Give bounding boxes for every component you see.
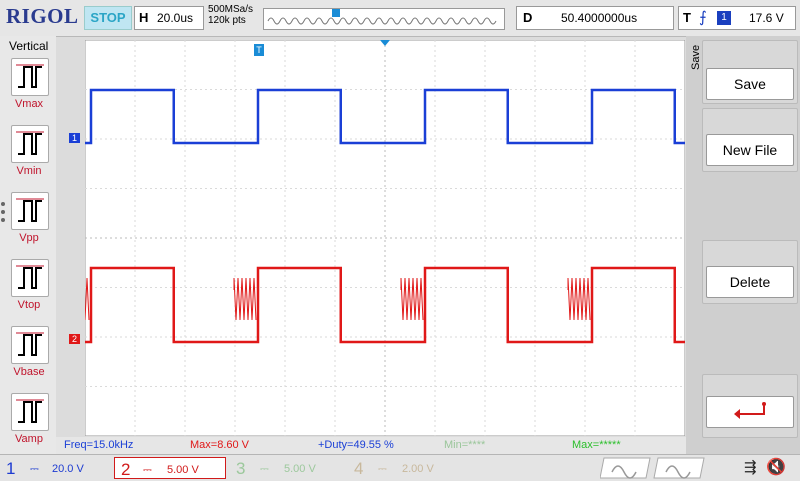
horizontal-timebase[interactable]: H 20.0us xyxy=(134,6,204,30)
measure-vamp[interactable]: Vamp xyxy=(11,393,51,445)
ch2-coupling-icon: ⎓ xyxy=(143,464,152,476)
max2-readout: Max=***** xyxy=(572,439,621,451)
measure-label: Vamp xyxy=(15,433,43,445)
ch2-offset-marker[interactable]: 2 xyxy=(69,334,80,344)
measure-label: Vbase xyxy=(13,366,45,378)
memory-depth: 120k pts xyxy=(208,15,246,26)
duty-readout: +Duty=49.55 % xyxy=(318,439,394,451)
delete-button[interactable]: Delete xyxy=(706,266,794,298)
ch1-scale[interactable]: 1 ⎓ 20.0 V xyxy=(0,457,112,478)
waveform-icon xyxy=(11,192,49,230)
ch1-offset-marker[interactable]: 1 xyxy=(69,133,80,143)
delay-value: 50.4000000us xyxy=(561,11,638,25)
trigger-time-marker[interactable]: T xyxy=(254,44,264,56)
measure-vmax[interactable]: Vmax xyxy=(11,58,51,110)
scroll-dots-icon xyxy=(0,202,6,222)
channel-bar: 1 ⎓ 20.0 V 2 ⎓ 5.00 V 3 ⎓ 5.00 V 4 ⎓ 2.0… xyxy=(0,454,800,481)
panel-title: Vertical xyxy=(9,39,49,53)
menu-title: Save xyxy=(690,44,702,70)
save-button[interactable]: Save xyxy=(706,68,794,100)
measure-label: Vmin xyxy=(16,165,42,177)
ch3-scale[interactable]: 3 ⎓ 5.00 V xyxy=(230,457,342,478)
ch3-number: 3 xyxy=(236,459,246,478)
measure-label: Vmax xyxy=(14,98,44,110)
memory-waveform xyxy=(267,9,497,25)
sample-rate: 500MSa/s xyxy=(208,4,254,15)
waveform-icon xyxy=(11,259,49,297)
measure-label: Vpp xyxy=(19,232,39,244)
measure-vtop[interactable]: Vtop xyxy=(11,259,51,311)
ch2-number: 2 xyxy=(121,460,131,479)
waveform-icon xyxy=(11,326,49,364)
trigger-delay[interactable]: D 50.4000000us xyxy=(516,6,674,30)
max-readout: Max=8.60 V xyxy=(190,439,250,451)
return-button[interactable] xyxy=(706,396,794,428)
measure-label: Vtop xyxy=(17,299,41,311)
measure-vmin[interactable]: Vmin xyxy=(11,125,51,177)
brand-logo: RIGOL xyxy=(6,4,79,28)
math-channel-icons[interactable] xyxy=(600,456,712,480)
waveform-display[interactable] xyxy=(85,40,685,436)
waveform-icon xyxy=(11,125,49,163)
ch1-number: 1 xyxy=(6,459,16,478)
trigger-level: 17.6 V xyxy=(749,11,784,25)
usb-icon: ⇶ xyxy=(744,459,757,476)
freq-readout: Freq=15.0kHz xyxy=(64,439,134,451)
ch2-scale[interactable]: 2 ⎓ 5.00 V xyxy=(114,457,226,479)
acquisition-info: 500MSa/s 120k pts xyxy=(208,4,253,26)
delay-key: D xyxy=(523,10,533,25)
waveform-icon xyxy=(11,393,49,431)
new-file-button[interactable]: New File xyxy=(706,134,794,166)
measure-vpp[interactable]: Vpp xyxy=(11,192,51,244)
ch4-scale-value: 2.00 V xyxy=(402,463,434,475)
return-arrow-icon xyxy=(734,402,766,419)
speaker-muted-icon[interactable]: 🔇 xyxy=(766,457,786,477)
run-stop-indicator[interactable]: STOP xyxy=(84,6,132,30)
measurement-panel: Vertical Vmax Vmin Vpp Vtop Vbase Vamp xyxy=(0,36,56,454)
ch4-number: 4 xyxy=(354,459,364,478)
min-readout: Min=**** xyxy=(444,439,486,451)
measurement-readouts: Freq=15.0kHz Max=8.60 V +Duty=49.55 % Mi… xyxy=(56,437,686,454)
rising-edge-icon: ⨍ xyxy=(699,9,707,26)
timebase-key: H xyxy=(139,10,149,25)
ch1-scale-value: 20.0 V xyxy=(52,463,84,475)
ch3-coupling-icon: ⎓ xyxy=(260,463,269,475)
ch4-coupling-icon: ⎓ xyxy=(378,463,387,475)
ch1-coupling-icon: ⎓ xyxy=(30,463,39,475)
timebase-value: 20.0us xyxy=(157,11,194,25)
ch3-scale-value: 5.00 V xyxy=(284,463,316,475)
measure-vbase[interactable]: Vbase xyxy=(11,326,51,378)
trigger-source: 1 xyxy=(717,11,731,25)
ch4-scale[interactable]: 4 ⎓ 2.00 V xyxy=(350,457,462,478)
softkey-menu: Save Save New File Delete xyxy=(686,36,800,454)
ch2-scale-value: 5.00 V xyxy=(167,464,199,476)
trigger-key: T xyxy=(683,10,691,25)
waveform-icon xyxy=(11,58,49,96)
memory-trigger-marker xyxy=(332,9,340,17)
trigger-settings[interactable]: T ⨍ 1 17.6 V xyxy=(678,6,796,30)
memory-overview-strip xyxy=(263,8,505,30)
